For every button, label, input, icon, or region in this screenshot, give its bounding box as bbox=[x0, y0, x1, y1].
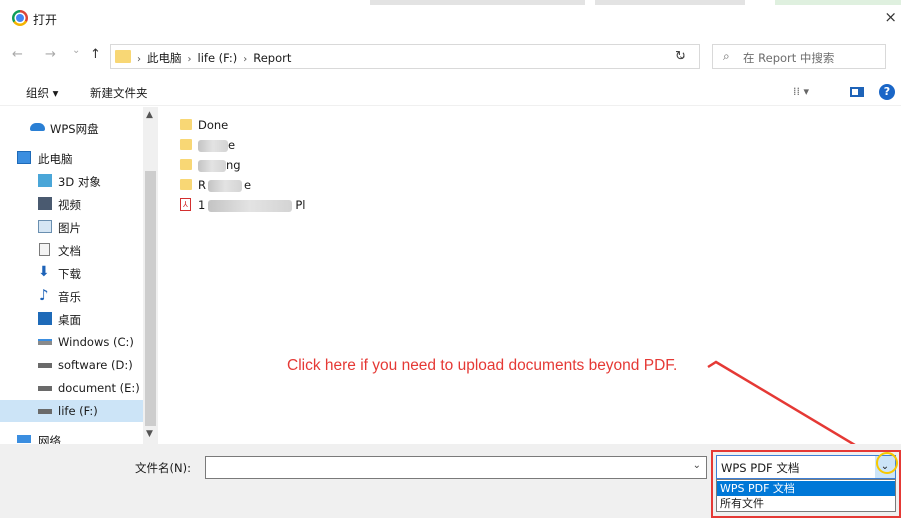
filename-input[interactable]: ⌄ bbox=[205, 456, 707, 479]
highlight-circle bbox=[876, 452, 898, 474]
filename-label: 文件名(N): bbox=[135, 461, 191, 475]
annotation-arrow bbox=[707, 360, 884, 466]
highlight-box bbox=[711, 450, 901, 518]
chevron-down-icon[interactable]: ⌄ bbox=[693, 460, 701, 471]
